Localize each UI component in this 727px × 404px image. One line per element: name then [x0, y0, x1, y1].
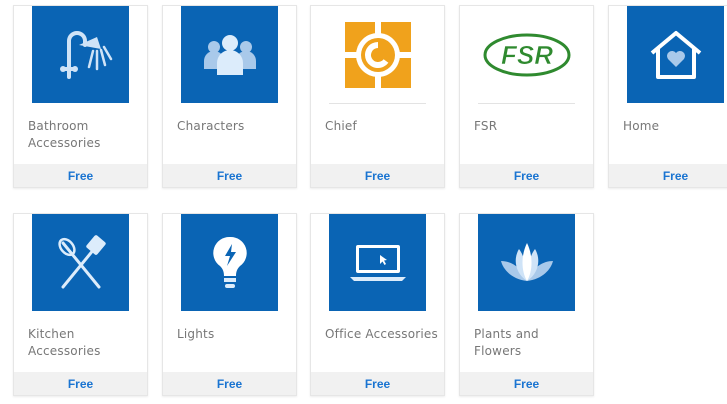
price-label: Free: [513, 376, 540, 391]
card-footer: Free: [460, 372, 593, 395]
gallery-card-kitchen-accessories[interactable]: Kitchen Accessories Free: [13, 213, 148, 396]
card-footer: Free: [311, 372, 444, 395]
people-icon: [203, 34, 256, 75]
price-label: Free: [216, 376, 243, 391]
home-heart-icon: [650, 30, 701, 79]
card-thumbnail: [329, 214, 426, 311]
card-title: Bathroom Accessories: [28, 119, 101, 150]
kitchen-utensils-icon: [57, 234, 106, 288]
card-footer: Free: [14, 372, 147, 395]
card-thumbnail: [181, 214, 278, 311]
card-thumbnail: [32, 214, 129, 311]
price-label: Free: [67, 168, 94, 183]
price-label: Free: [662, 168, 689, 183]
shower-icon: [59, 30, 112, 79]
card-title: Office Accessories: [325, 327, 438, 341]
card-title: Home: [623, 119, 660, 133]
price-label: Free: [364, 376, 391, 391]
card-thumbnail: [329, 6, 426, 104]
card-title: Kitchen Accessories: [28, 327, 101, 358]
gallery-card-lights[interactable]: Lights Free: [162, 213, 297, 396]
card-thumbnail: [627, 6, 724, 103]
card-title: FSR: [474, 119, 498, 133]
lightbulb-icon: [212, 236, 247, 288]
price-label: Free: [364, 168, 391, 183]
gallery-card-chief[interactable]: Chief Free: [310, 5, 445, 188]
card-footer: Free: [163, 164, 296, 187]
card-title: Chief: [325, 119, 357, 133]
price-label: Free: [216, 168, 243, 183]
gallery-card-office-accessories[interactable]: Office Accessories Free: [310, 213, 445, 396]
card-title: Plants and Flowers: [474, 327, 539, 358]
lotus-icon: [500, 242, 553, 281]
card-footer: Free: [163, 372, 296, 395]
price-label: Free: [67, 376, 94, 391]
price-label: Free: [513, 168, 540, 183]
gallery-card-plants-and-flowers[interactable]: Plants and Flowers Free: [459, 213, 594, 396]
fsr-logo-text: FSR: [501, 40, 553, 70]
gallery-card-home[interactable]: Home Free: [608, 5, 727, 188]
card-thumbnail: [32, 6, 129, 103]
card-footer: Free: [609, 164, 727, 187]
card-thumbnail: [181, 6, 278, 103]
fsr-logo-icon: FSR: [483, 33, 570, 76]
card-thumbnail: FSR: [478, 6, 575, 104]
gallery-card-bathroom-accessories[interactable]: Bathroom Accessories Free: [13, 5, 148, 188]
card-thumbnail: [478, 214, 575, 311]
card-footer: Free: [14, 164, 147, 187]
chief-logo-icon: [344, 21, 411, 88]
card-footer: Free: [460, 164, 593, 187]
card-title: Lights: [177, 327, 215, 341]
laptop-icon: [349, 244, 406, 281]
card-title: Characters: [177, 119, 245, 133]
card-footer: Free: [311, 164, 444, 187]
gallery-card-characters[interactable]: Characters Free: [162, 5, 297, 188]
gallery-card-fsr[interactable]: FSR FSR Free: [459, 5, 594, 188]
